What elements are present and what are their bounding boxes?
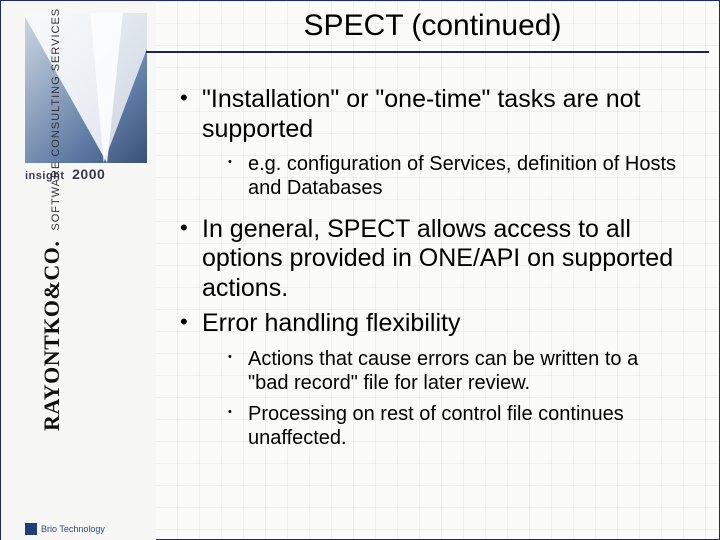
left-sidebar: insight 2000 RAYONTKO&CO. SOFTWARE CONSU…	[1, 1, 156, 540]
company-brand-vertical: RAYONTKO&CO. SOFTWARE CONSULTING SERVICE…	[39, 131, 65, 431]
brand-name: RAYONTKO&CO.	[39, 241, 64, 431]
page-title: SPECT (continued)	[294, 9, 572, 43]
brand-tagline: SOFTWARE CONSULTING SERVICES	[50, 8, 62, 231]
sub-text: Processing on rest of control file conti…	[248, 403, 624, 449]
brio-icon	[25, 523, 37, 535]
sub-text: e.g. configuration of Services, definiti…	[248, 153, 676, 199]
bullet-item: "Installation" or "one-time" tasks are n…	[180, 85, 697, 201]
brio-label: Brio Technology	[41, 524, 105, 534]
insight-year: 2000	[72, 166, 105, 182]
bullet-text: In general, SPECT allows access to all o…	[202, 215, 673, 302]
sub-list: e.g. configuration of Services, definiti…	[228, 152, 677, 201]
bullet-item: Error handling flexibility Actions that …	[180, 309, 697, 450]
sub-text: Actions that cause errors can be written…	[248, 348, 638, 394]
sub-item: Actions that cause errors can be written…	[228, 347, 677, 396]
bullet-list: "Installation" or "one-time" tasks are n…	[180, 85, 697, 450]
sub-list: Actions that cause errors can be written…	[228, 347, 677, 451]
sub-item: Processing on rest of control file conti…	[228, 402, 677, 451]
slide: insight 2000 RAYONTKO&CO. SOFTWARE CONSU…	[0, 0, 720, 540]
brio-logo: Brio Technology	[25, 523, 147, 535]
bullet-text: "Installation" or "one-time" tasks are n…	[202, 85, 640, 143]
content-area: SPECT (continued) "Installation" or "one…	[156, 1, 709, 539]
title-underline	[146, 51, 709, 53]
sub-item: e.g. configuration of Services, definiti…	[228, 152, 677, 201]
bullet-text: Error handling flexibility	[202, 309, 460, 337]
title-wrap: SPECT (continued)	[156, 1, 709, 61]
bullet-item: In general, SPECT allows access to all o…	[180, 215, 697, 304]
